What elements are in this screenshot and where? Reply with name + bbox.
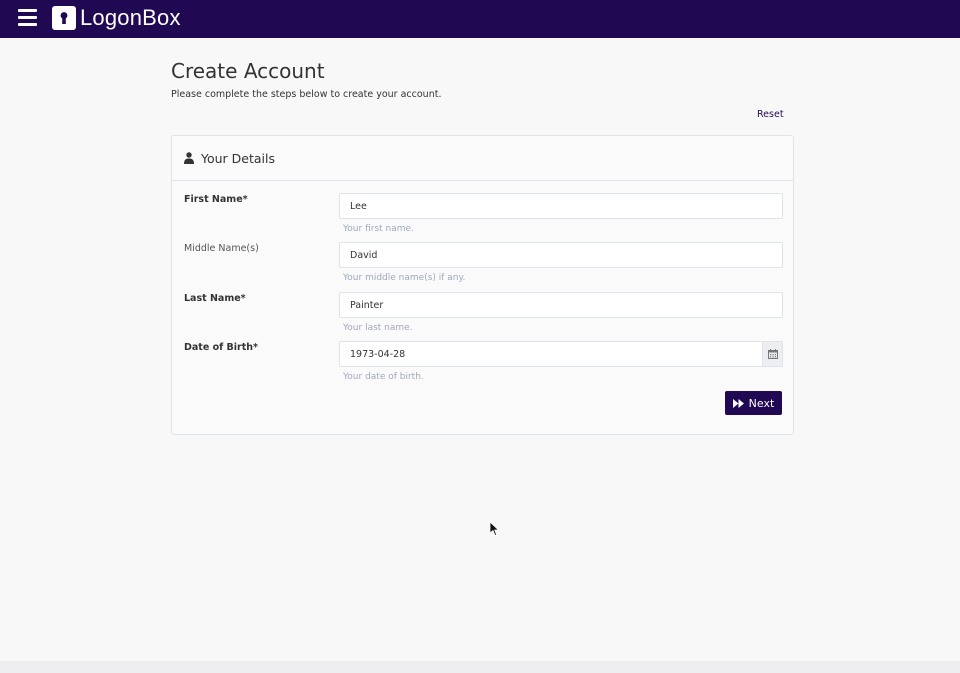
dob-label: Date of Birth* (184, 342, 259, 353)
panel-header: Your Details (172, 136, 793, 181)
calendar-button[interactable] (762, 342, 782, 366)
dob-value: 1973-04-28 (350, 348, 406, 360)
reset-link[interactable]: Reset (757, 109, 784, 120)
first-name-label: First Name* (184, 194, 248, 205)
mouse-cursor-icon (490, 522, 500, 537)
page-title: Create Account (171, 59, 325, 83)
details-panel: Your Details First Name* Lee Your first … (171, 135, 794, 435)
last-name-help: Your last name. (343, 323, 413, 333)
last-name-input[interactable]: Painter (339, 292, 783, 318)
keyhole-logo-icon (52, 6, 76, 30)
middle-name-label: Middle Name(s) (184, 243, 259, 254)
bottom-strip (0, 661, 960, 673)
user-icon (184, 152, 194, 164)
calendar-icon (767, 349, 778, 359)
hamburger-menu-icon[interactable] (18, 9, 37, 27)
first-name-help: Your first name. (343, 224, 414, 234)
next-button[interactable]: Next (725, 391, 782, 415)
next-button-label: Next (748, 396, 775, 410)
dob-help: Your date of birth. (343, 372, 424, 382)
panel-title: Your Details (201, 150, 275, 166)
brand-name: LogonBox (80, 5, 181, 30)
top-navbar: LogonBox (0, 0, 960, 38)
fast-forward-icon (732, 398, 744, 408)
middle-name-help: Your middle name(s) if any. (343, 273, 466, 283)
middle-name-input[interactable]: David (339, 242, 783, 268)
brand-logo[interactable]: LogonBox (52, 5, 181, 31)
last-name-label: Last Name* (184, 293, 246, 304)
page-subtitle: Please complete the steps below to creat… (171, 89, 442, 100)
dob-input[interactable]: 1973-04-28 (339, 341, 783, 367)
first-name-input[interactable]: Lee (339, 193, 783, 219)
